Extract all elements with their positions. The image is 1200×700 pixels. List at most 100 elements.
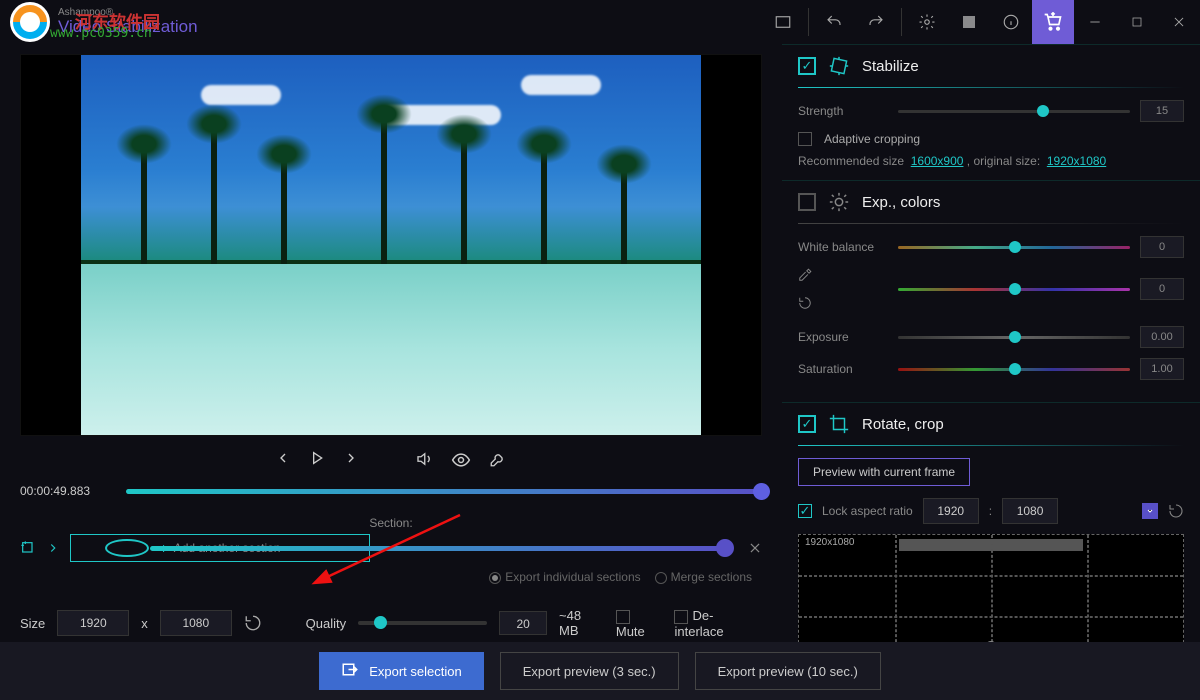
section-end-handle-icon[interactable] xyxy=(716,539,734,557)
size-height-input[interactable] xyxy=(160,610,232,636)
crop-reset-icon[interactable] xyxy=(1168,503,1184,519)
size-reset-icon[interactable] xyxy=(244,614,262,632)
recommended-size-link[interactable]: 1600x900 xyxy=(911,154,964,168)
undo-icon[interactable] xyxy=(813,0,855,44)
mute-checkbox[interactable]: Mute xyxy=(616,608,663,639)
strength-value[interactable]: 15 xyxy=(1140,100,1184,122)
quality-value[interactable]: 20 xyxy=(499,611,547,635)
open-folder-icon[interactable] xyxy=(762,0,804,44)
redo-icon[interactable] xyxy=(855,0,897,44)
section-export-options: Export individual sections Merge section… xyxy=(489,570,762,584)
export-individual-radio[interactable]: Export individual sections xyxy=(489,570,640,584)
video-preview-frame xyxy=(20,54,762,436)
volume-icon[interactable] xyxy=(415,450,433,470)
stabilize-title: Stabilize xyxy=(862,58,919,75)
colors-checkbox[interactable] xyxy=(798,193,816,211)
exposure-label: Exposure xyxy=(798,330,888,344)
stabilize-icon xyxy=(828,55,850,77)
info-icon[interactable] xyxy=(990,0,1032,44)
video-preview[interactable] xyxy=(81,55,701,435)
wb-label: White balance xyxy=(798,240,888,254)
note-icon[interactable] xyxy=(948,0,990,44)
crop-checkbox[interactable] xyxy=(798,415,816,433)
lock-aspect-checkbox[interactable] xyxy=(798,504,812,518)
eyedropper-icon[interactable] xyxy=(798,268,888,282)
minimize-icon[interactable] xyxy=(1074,0,1116,44)
playback-controls xyxy=(20,436,762,480)
wb-value[interactable]: 0 xyxy=(1140,236,1184,258)
close-icon[interactable] xyxy=(1158,0,1200,44)
wb-tools xyxy=(798,268,888,310)
stabilize-checkbox[interactable] xyxy=(798,57,816,75)
wrench-icon[interactable] xyxy=(489,450,507,470)
crop-title: Rotate, crop xyxy=(862,416,944,433)
deinterlace-checkbox[interactable]: De-interlace xyxy=(674,608,762,639)
watermark-url: www.pc0359.cn xyxy=(50,26,152,41)
filesize-label: ~48 MB xyxy=(559,608,604,638)
aspect-dropdown-icon[interactable] xyxy=(1142,503,1158,519)
section-label: Section: xyxy=(20,516,762,530)
left-pane: 00:00:49.883 Section: Add another sectio… xyxy=(0,44,782,642)
merge-sections-radio[interactable]: Merge sections xyxy=(655,570,752,584)
logo-area: Ashampoo® Video Stabilization 河东软件园 www.… xyxy=(0,2,198,42)
stabilize-panel: Stabilize Strength 15 Adaptive cropping … xyxy=(782,44,1200,180)
crop-icon xyxy=(828,413,850,435)
wb-reset-icon[interactable] xyxy=(798,296,888,310)
footer: Export selection Export preview (3 sec.)… xyxy=(0,642,1200,700)
sun-icon xyxy=(828,191,850,213)
size-quality-row: Size x Quality 20 ~48 MB Mute De-interla… xyxy=(20,608,762,639)
crop-rotate-handle-icon[interactable] xyxy=(985,641,997,642)
exposure-value[interactable]: 0.00 xyxy=(1140,326,1184,348)
crop-height-input[interactable] xyxy=(1002,498,1058,524)
right-panel: Stabilize Strength 15 Adaptive cropping … xyxy=(782,44,1200,642)
exposure-slider[interactable] xyxy=(898,336,1130,339)
strength-label: Strength xyxy=(798,104,888,118)
export-selection-button[interactable]: Export selection xyxy=(319,652,484,690)
app-logo-icon xyxy=(10,2,50,42)
section-remove-icon[interactable] xyxy=(748,541,762,555)
saturation-slider[interactable] xyxy=(898,368,1130,371)
export-preview-10-button[interactable]: Export preview (10 sec.) xyxy=(695,652,881,690)
lock-aspect-label: Lock aspect ratio xyxy=(822,504,913,518)
titlebar-actions xyxy=(762,0,1200,44)
strength-slider[interactable] xyxy=(898,110,1130,113)
export-selection-label: Export selection xyxy=(369,664,462,679)
crop-panel: Rotate, crop Preview with current frame … xyxy=(782,402,1200,642)
section-range-slider[interactable] xyxy=(150,546,730,551)
timeline-handle-icon[interactable] xyxy=(753,483,770,500)
tint-value[interactable]: 0 xyxy=(1140,278,1184,300)
saturation-value[interactable]: 1.00 xyxy=(1140,358,1184,380)
timecode: 00:00:49.883 xyxy=(20,484,110,498)
size-sep: x xyxy=(141,616,148,631)
crop-grid-label: 1920x1080 xyxy=(805,537,855,548)
saturation-label: Saturation xyxy=(798,362,888,376)
timeline-slider[interactable] xyxy=(126,489,762,494)
wb-slider[interactable] xyxy=(898,246,1130,249)
tint-slider[interactable] xyxy=(898,288,1130,291)
export-preview-3-button[interactable]: Export preview (3 sec.) xyxy=(500,652,679,690)
cart-icon[interactable] xyxy=(1032,0,1074,44)
adaptive-cropping-checkbox[interactable]: Adaptive cropping xyxy=(798,132,1184,146)
prev-frame-icon[interactable] xyxy=(275,450,291,470)
maximize-icon[interactable] xyxy=(1116,0,1158,44)
crop-sep: : xyxy=(989,504,992,518)
colors-title: Exp., colors xyxy=(862,194,940,211)
section-start-handle-icon[interactable] xyxy=(105,539,149,557)
original-size-link[interactable]: 1920x1080 xyxy=(1047,154,1106,168)
play-icon[interactable] xyxy=(309,450,325,470)
eye-icon[interactable] xyxy=(451,450,471,470)
size-width-input[interactable] xyxy=(57,610,129,636)
crop-width-input[interactable] xyxy=(923,498,979,524)
section-row: Add another section xyxy=(20,534,762,562)
settings-icon[interactable] xyxy=(906,0,948,44)
colors-panel: Exp., colors White balance 0 0 Exposure xyxy=(782,180,1200,402)
next-frame-icon[interactable] xyxy=(343,450,359,470)
size-label: Size xyxy=(20,616,45,631)
section-marker-icon[interactable] xyxy=(20,540,36,556)
preview-frame-button[interactable]: Preview with current frame xyxy=(798,458,970,486)
section-next-icon[interactable] xyxy=(46,541,60,555)
quality-slider[interactable] xyxy=(358,621,487,625)
crop-grid[interactable]: 1920x1080 xyxy=(798,534,1184,642)
recommended-size-text: Recommended size 1600x900 , original siz… xyxy=(798,154,1184,168)
timeline-row: 00:00:49.883 xyxy=(20,480,762,512)
